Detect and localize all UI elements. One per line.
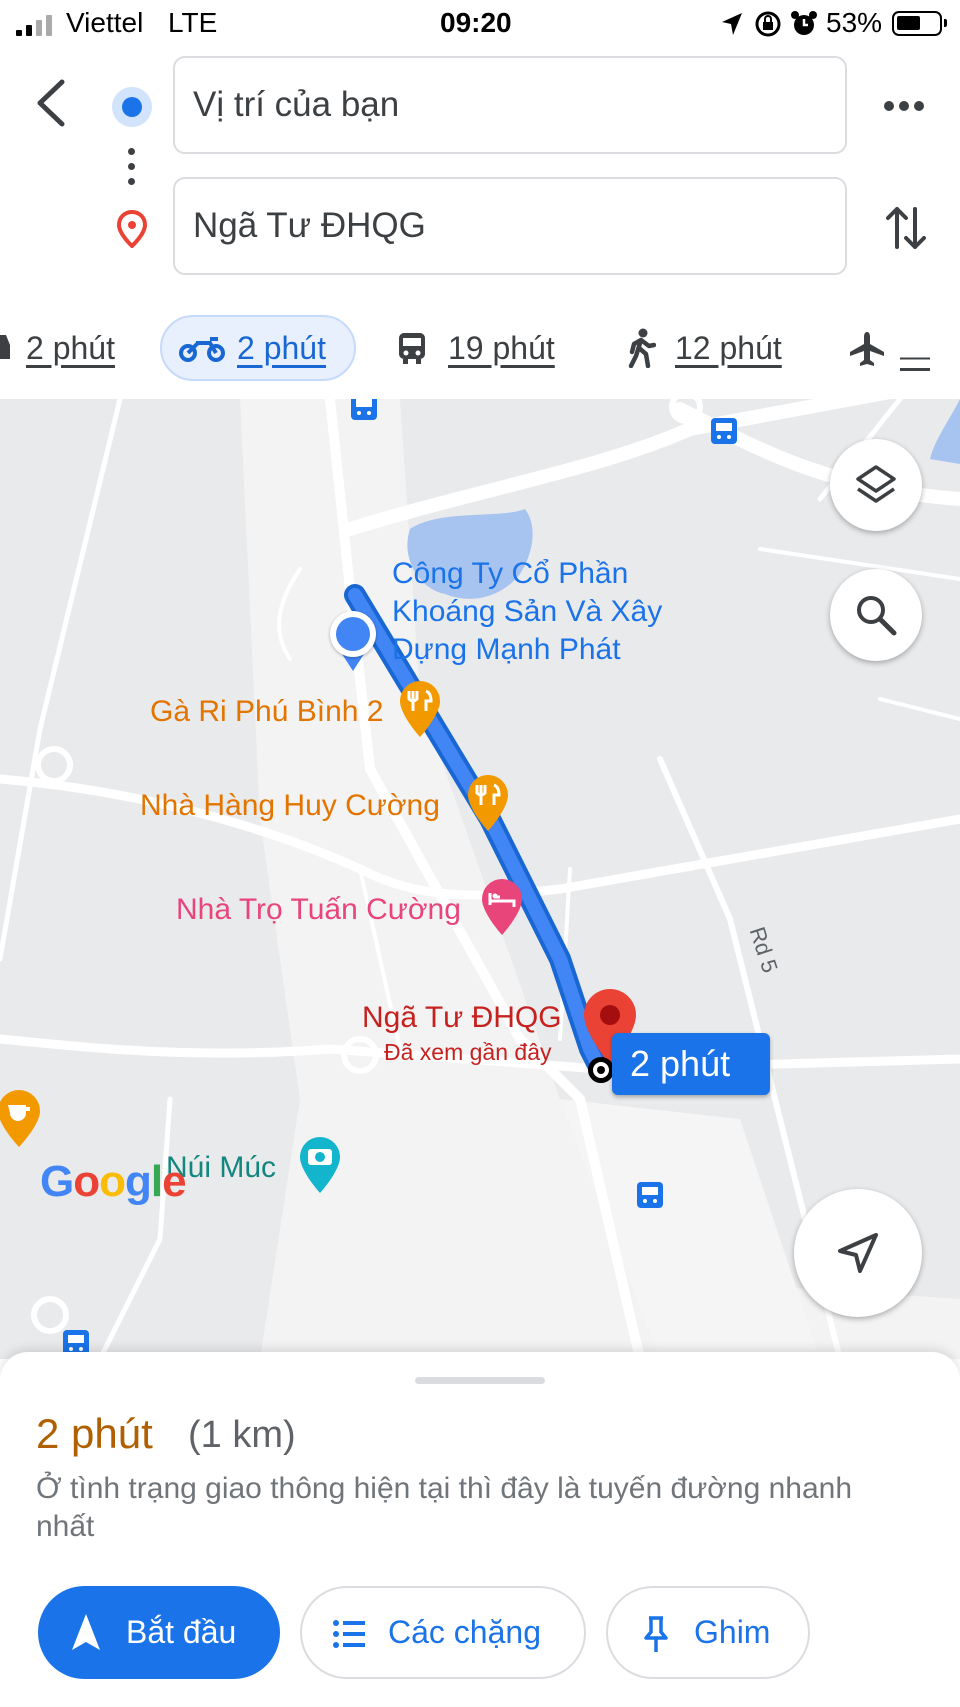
- hotel-icon[interactable]: [480, 877, 524, 937]
- route-duration-callout-text: 2 phút: [630, 1043, 731, 1084]
- flight-icon[interactable]: [848, 330, 886, 368]
- tab-transit[interactable]: 19 phút: [448, 315, 555, 381]
- clock: 09:20: [440, 7, 512, 38]
- cafe-icon[interactable]: [0, 1089, 44, 1149]
- tab-flight-label: —: [900, 340, 930, 373]
- signal-icon: [16, 14, 60, 36]
- poi-company-line-2: Khoáng Sản Và Xây: [392, 595, 663, 628]
- layers-icon: [856, 465, 896, 503]
- route-duration-callout[interactable]: 2 phút: [612, 1033, 770, 1095]
- tab-motorbike-label: 2 phút: [237, 330, 326, 366]
- transit-icon: [399, 333, 425, 364]
- poi-hotel-label[interactable]: Nhà Trọ Tuấn Cường: [176, 893, 461, 927]
- start-button[interactable]: Bắt đầu: [38, 1586, 280, 1679]
- start-button-label: Bắt đầu: [126, 1614, 237, 1650]
- route-end-marker: [588, 1057, 614, 1083]
- bus-stop-icon: [637, 1182, 663, 1208]
- origin-input[interactable]: Vị trí của bạn: [173, 56, 847, 154]
- current-location-dot: [330, 611, 376, 671]
- navigation-icon: [72, 1614, 100, 1650]
- search-icon: [857, 596, 897, 636]
- motorbike-icon: [179, 337, 225, 362]
- layers-button[interactable]: [830, 439, 922, 531]
- pin-icon: [644, 1616, 668, 1652]
- origin-input-value: Vị trí của bạn: [193, 85, 400, 124]
- destination-sublabel: Đã xem gần đây: [384, 1039, 552, 1065]
- steps-button-label: Các chặng: [388, 1614, 541, 1650]
- pin-button-label: Ghim: [694, 1614, 771, 1650]
- battery-percent: 53%: [826, 7, 883, 38]
- network-type: LTE: [168, 7, 218, 38]
- poi-restaurant-2-label[interactable]: Nhà Hàng Huy Cường: [140, 789, 440, 823]
- rotation-lock-icon: [755, 11, 781, 37]
- route-duration: 2 phút: [36, 1410, 153, 1457]
- destination-input[interactable]: Ngã Tư ĐHQG: [173, 177, 847, 275]
- back-arrow-icon[interactable]: [30, 78, 70, 128]
- location-arrow-icon: [722, 13, 742, 35]
- tab-walk-label: 12 phút: [675, 330, 782, 366]
- camera-icon[interactable]: [298, 1135, 342, 1195]
- tab-car-label: 2 phút: [26, 330, 115, 366]
- poi-company-line-1: Công Ty Cổ Phần: [392, 557, 629, 590]
- map-view[interactable]: Công Ty Cổ Phần Khoáng Sản Và Xây Dựng M…: [0, 399, 960, 1359]
- bus-stop-icon: [711, 418, 737, 444]
- tab-walk[interactable]: 12 phút: [675, 315, 782, 381]
- destination-label[interactable]: Ngã Tư ĐHQG: [362, 1001, 562, 1035]
- destination-input-value: Ngã Tư ĐHQG: [193, 206, 426, 245]
- battery-icon: [892, 11, 947, 36]
- navigation-arrow-icon: [838, 1233, 878, 1273]
- restaurant-icon[interactable]: [398, 679, 442, 739]
- poi-company-line-3: Dựng Mạnh Phát: [392, 633, 621, 666]
- poi-company[interactable]: Công Ty Cổ Phần Khoáng Sản Và Xây Dựng M…: [392, 555, 662, 669]
- steps-button[interactable]: Các chặng: [300, 1586, 586, 1679]
- pin-button[interactable]: Ghim: [606, 1586, 810, 1679]
- sheet-drag-handle[interactable]: [415, 1377, 545, 1384]
- swap-icon[interactable]: [884, 203, 928, 253]
- poi-restaurant-1-label[interactable]: Gà Ri Phú Bình 2: [150, 695, 383, 729]
- bus-stop-icon: [351, 399, 377, 420]
- route-dots-icon: [128, 148, 136, 188]
- search-button[interactable]: [830, 569, 922, 661]
- restaurant-icon[interactable]: [466, 773, 510, 833]
- tab-transit-label: 19 phút: [448, 330, 555, 366]
- route-distance: (1 km): [188, 1414, 296, 1456]
- alarm-icon: [791, 11, 817, 35]
- origin-dot-icon: [112, 87, 152, 127]
- car-icon: [0, 335, 10, 359]
- carrier-name: Viettel: [66, 7, 144, 38]
- status-bar: Viettel LTE 09:20 53%: [0, 0, 960, 50]
- more-options-icon[interactable]: [882, 94, 926, 118]
- route-description: Ở tình trạng giao thông hiện tại thì đây…: [36, 1472, 853, 1543]
- list-icon: [333, 1620, 365, 1648]
- google-logo: Google: [40, 1157, 187, 1206]
- destination-pin-icon: [117, 210, 147, 248]
- walk-icon: [628, 328, 656, 368]
- recenter-button[interactable]: [794, 1189, 922, 1317]
- tab-car[interactable]: 2 phút: [26, 315, 115, 381]
